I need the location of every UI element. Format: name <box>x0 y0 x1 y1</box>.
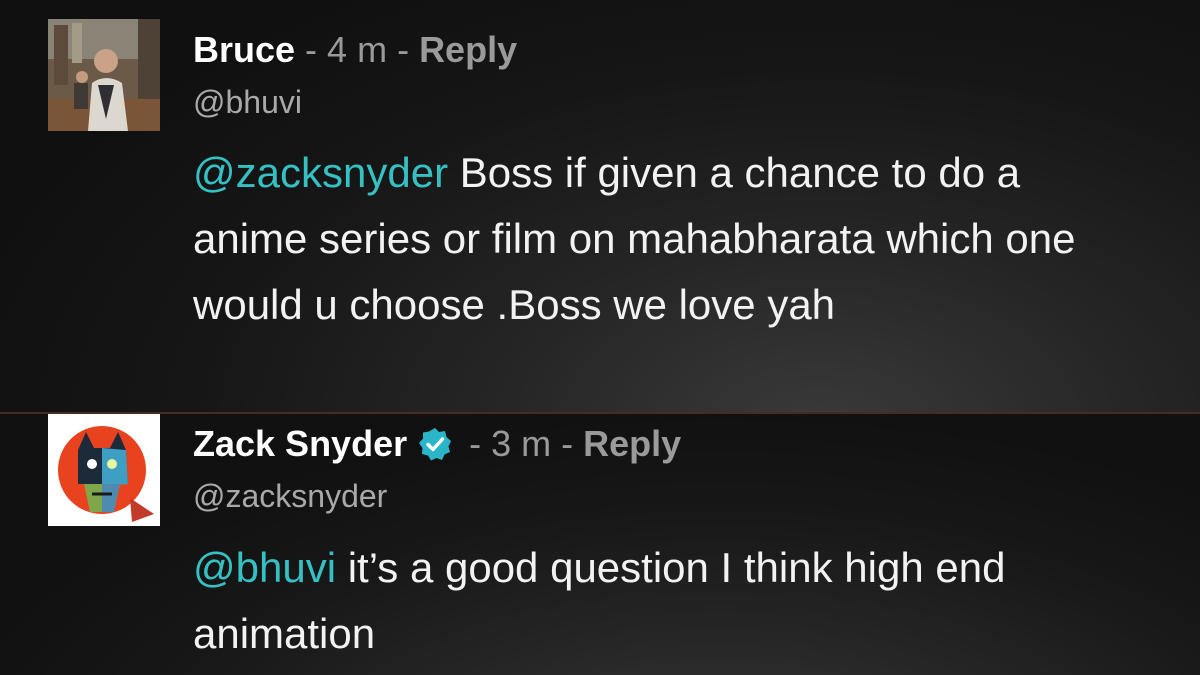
mention-link[interactable]: @zacksnyder <box>193 149 448 196</box>
reply-separator: - <box>387 29 420 70</box>
avatar-zack-illustration <box>48 414 160 526</box>
mention-link[interactable]: @bhuvi <box>193 544 336 591</box>
avatar-zack[interactable] <box>48 414 160 526</box>
time-separator: - <box>295 29 328 70</box>
reply-button[interactable]: Reply <box>583 423 681 465</box>
comment-header-zack: Zack Snyder - 3 m - Reply <box>193 418 681 470</box>
comment-header-bruce: Bruce - 4 m - Reply <box>193 24 517 76</box>
author-name[interactable]: Zack Snyder <box>193 423 407 465</box>
author-handle[interactable]: @bhuvi <box>193 84 302 121</box>
comment-body: @bhuvi it’s a good question I think high… <box>193 535 1093 667</box>
time-separator: - <box>459 423 492 464</box>
reply-button[interactable]: Reply <box>419 29 517 71</box>
avatar-bruce[interactable] <box>48 19 160 131</box>
timestamp: 3 m <box>491 423 552 464</box>
verified-badge-icon <box>417 426 453 462</box>
author-name[interactable]: Bruce <box>193 29 295 71</box>
avatar-bruce-photo <box>48 19 160 131</box>
author-handle[interactable]: @zacksnyder <box>193 478 387 515</box>
comment-body: @zacksnyder Boss if given a chance to do… <box>193 140 1093 338</box>
reply-separator: - <box>551 423 584 464</box>
timestamp: 4 m <box>327 29 388 70</box>
